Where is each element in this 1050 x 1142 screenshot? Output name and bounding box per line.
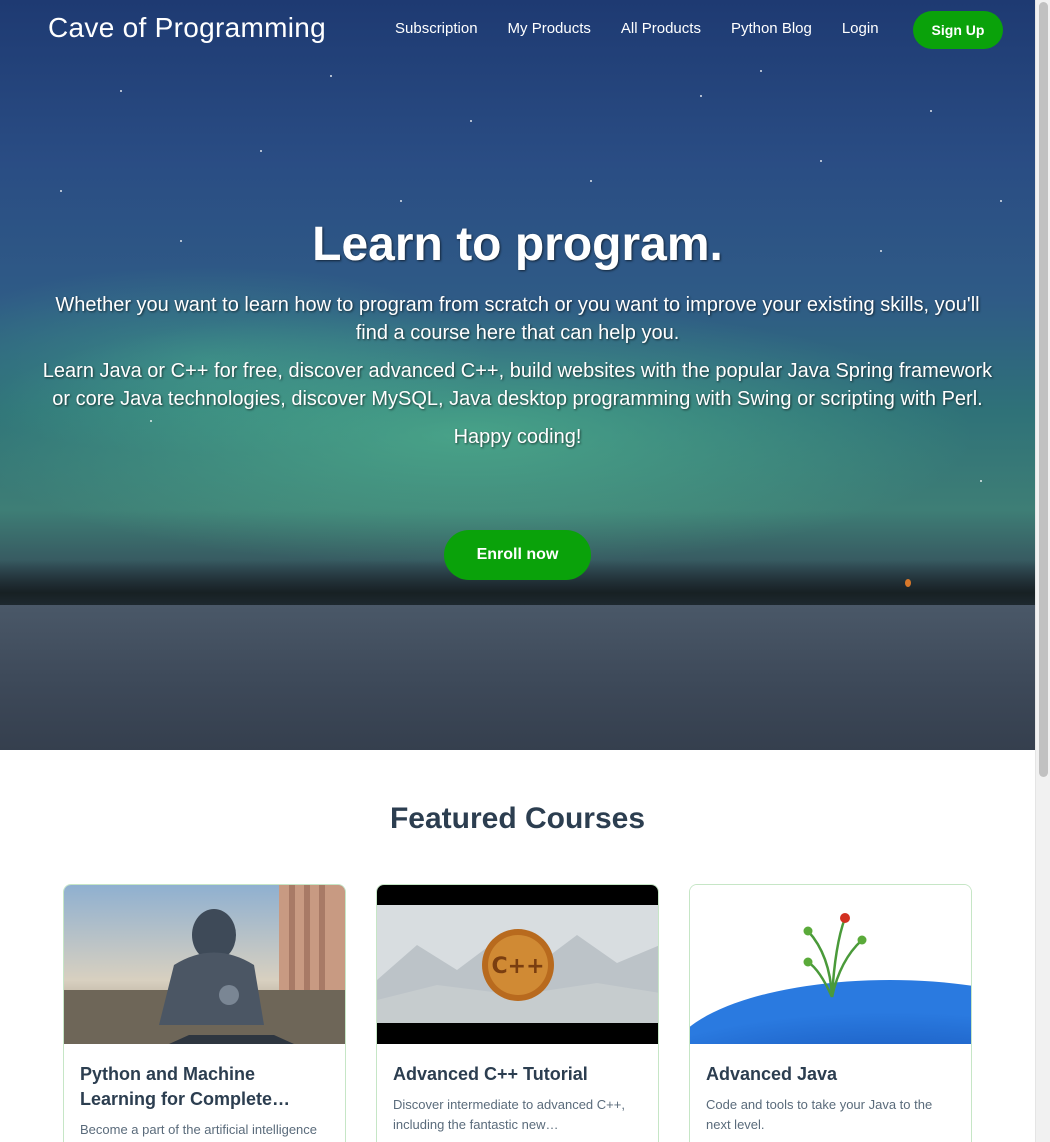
nav-link-python-blog[interactable]: Python Blog <box>731 20 812 37</box>
lake-water <box>0 605 1035 750</box>
svg-text:C++: C++ <box>491 954 544 979</box>
hero-section: Cave of Programming Subscription My Prod… <box>0 0 1035 750</box>
nav-link-my-products[interactable]: My Products <box>508 20 591 37</box>
course-title[interactable]: Advanced Java <box>706 1062 955 1087</box>
page-scrollbar[interactable] <box>1035 0 1050 1142</box>
top-navigation: Cave of Programming Subscription My Prod… <box>0 0 1035 60</box>
course-card-advanced-cpp[interactable]: C++ Advanced C++ Tutorial Discover inter… <box>376 884 659 1142</box>
course-description: Discover intermediate to advanced C++, i… <box>393 1097 625 1132</box>
course-image-java-sprout <box>690 885 971 1044</box>
course-card-advanced-java[interactable]: Advanced Java Code and tools to take you… <box>689 884 972 1142</box>
course-image-cpp-coin: C++ <box>377 885 658 1044</box>
nav-links: Subscription My Products All Products Py… <box>395 20 909 37</box>
hero-content: Learn to program. Whether you want to le… <box>40 215 995 461</box>
course-image-robot <box>64 885 345 1044</box>
course-description: Code and tools to take your Java to the … <box>706 1097 933 1132</box>
hero-tagline: Happy coding! <box>453 426 582 448</box>
sign-up-button[interactable]: Sign Up <box>913 11 1003 49</box>
scrollbar-thumb[interactable] <box>1039 2 1048 777</box>
course-card-python-ml[interactable]: Python and Machine Learning for Complete… <box>63 884 346 1142</box>
nav-link-login[interactable]: Login <box>842 20 879 37</box>
moon-glint <box>905 579 911 587</box>
enroll-now-button[interactable]: Enroll now <box>444 530 591 580</box>
hero-intro-text: Whether you want to learn how to program… <box>55 294 980 344</box>
featured-courses-heading: Featured Courses <box>389 802 646 835</box>
nav-link-subscription[interactable]: Subscription <box>395 20 478 37</box>
course-title[interactable]: Advanced C++ Tutorial <box>393 1062 642 1087</box>
hero-title: Learn to program. <box>312 218 723 271</box>
course-title[interactable]: Python and Machine Learning for Complete… <box>80 1062 329 1112</box>
brand-logo[interactable]: Cave of Programming <box>48 12 326 44</box>
course-description: Become a part of the artificial intellig… <box>80 1122 318 1137</box>
nav-link-all-products[interactable]: All Products <box>621 20 701 37</box>
hero-courses-text: Learn Java or C++ for free, discover adv… <box>42 360 993 410</box>
